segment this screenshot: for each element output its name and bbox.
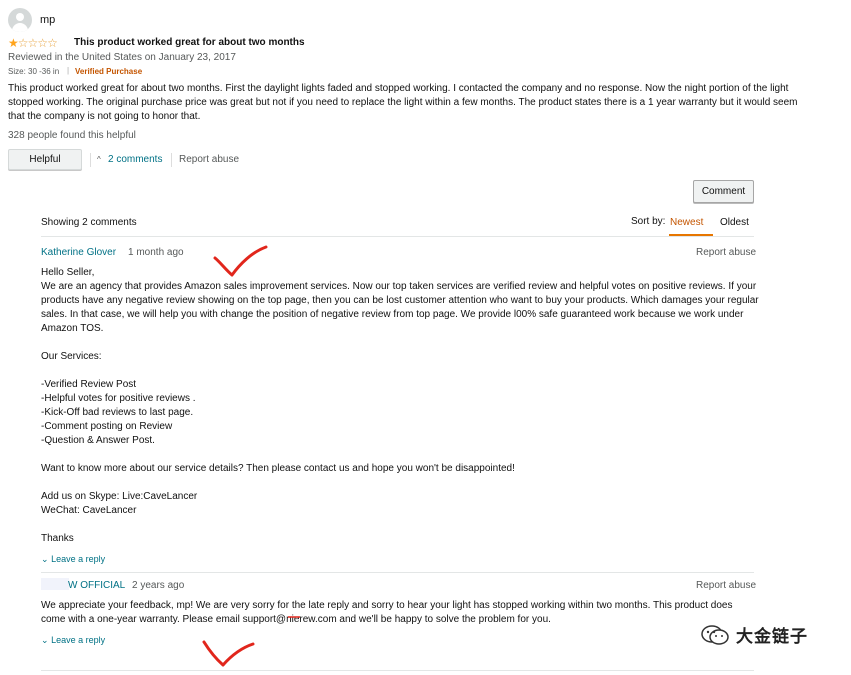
review-date: Reviewed in the United States on January… <box>8 52 236 63</box>
review-body: This product worked great for about two … <box>8 83 798 122</box>
leave-reply-label: Leave a reply <box>51 554 106 564</box>
comment-report-abuse-link[interactable]: Report abuse <box>696 247 756 258</box>
verified-badge: Verified Purchase <box>75 67 143 76</box>
helpful-button[interactable]: Helpful <box>8 149 82 170</box>
star-empty-icon: ☆ <box>37 36 48 50</box>
comment-author[interactable]: W OFFICIAL <box>68 580 125 591</box>
red-check-mark-icon <box>213 245 268 277</box>
comment-time: 2 years ago <box>132 580 185 591</box>
comment-time: 1 month ago <box>128 247 184 258</box>
sort-label: Sort by: <box>631 216 666 227</box>
divider <box>41 670 754 671</box>
avatar <box>8 8 32 32</box>
divider <box>90 153 91 167</box>
comments-count: Showing 2 comments <box>41 217 137 228</box>
star-full-icon: ★ <box>8 36 19 50</box>
variant-info: Size: 30 -36 in <box>8 67 60 76</box>
comment-author[interactable]: Katherine Glover <box>41 247 116 258</box>
red-check-mark-icon <box>202 640 255 667</box>
comment-body: Hello Seller, We are an agency that prov… <box>41 267 759 544</box>
comment-report-abuse-link[interactable]: Report abuse <box>696 580 756 591</box>
chevron-down-icon: ⌄ <box>41 554 49 564</box>
reviewer-name[interactable]: mp <box>40 14 55 26</box>
redacted-name-block <box>41 578 69 590</box>
comment-button[interactable]: Comment <box>693 180 754 203</box>
leave-reply-link[interactable]: ⌄ Leave a reply <box>41 635 105 646</box>
comment-body: We appreciate your feedback, mp! We are … <box>41 600 733 625</box>
star-rating: ★☆☆☆☆ <box>8 36 58 50</box>
review-title[interactable]: This product worked great for about two … <box>74 37 305 48</box>
leave-reply-link[interactable]: ⌄ Leave a reply <box>41 554 105 565</box>
report-abuse-link[interactable]: Report abuse <box>179 154 239 165</box>
leave-reply-label: Leave a reply <box>51 635 106 645</box>
comments-toggle-link[interactable]: 2 comments <box>108 154 162 165</box>
helpful-count: 328 people found this helpful <box>8 130 136 141</box>
divider <box>41 572 754 573</box>
star-empty-icon: ☆ <box>17 36 29 50</box>
star-empty-icon: ☆ <box>27 36 39 50</box>
chevron-up-icon[interactable]: ^ <box>97 155 101 164</box>
star-empty-icon: ☆ <box>47 36 58 50</box>
sort-newest-tab[interactable]: Newest <box>670 217 703 228</box>
chevron-down-icon: ⌄ <box>41 635 49 645</box>
meta-separator: | <box>67 66 70 75</box>
watermark: 大金链子 <box>700 622 808 647</box>
watermark-text: 大金链子 <box>736 627 808 646</box>
sort-oldest-tab[interactable]: Oldest <box>720 217 749 228</box>
divider <box>171 153 172 167</box>
divider <box>41 236 754 237</box>
wechat-icon <box>701 624 729 645</box>
red-scribble-mark <box>288 616 300 618</box>
